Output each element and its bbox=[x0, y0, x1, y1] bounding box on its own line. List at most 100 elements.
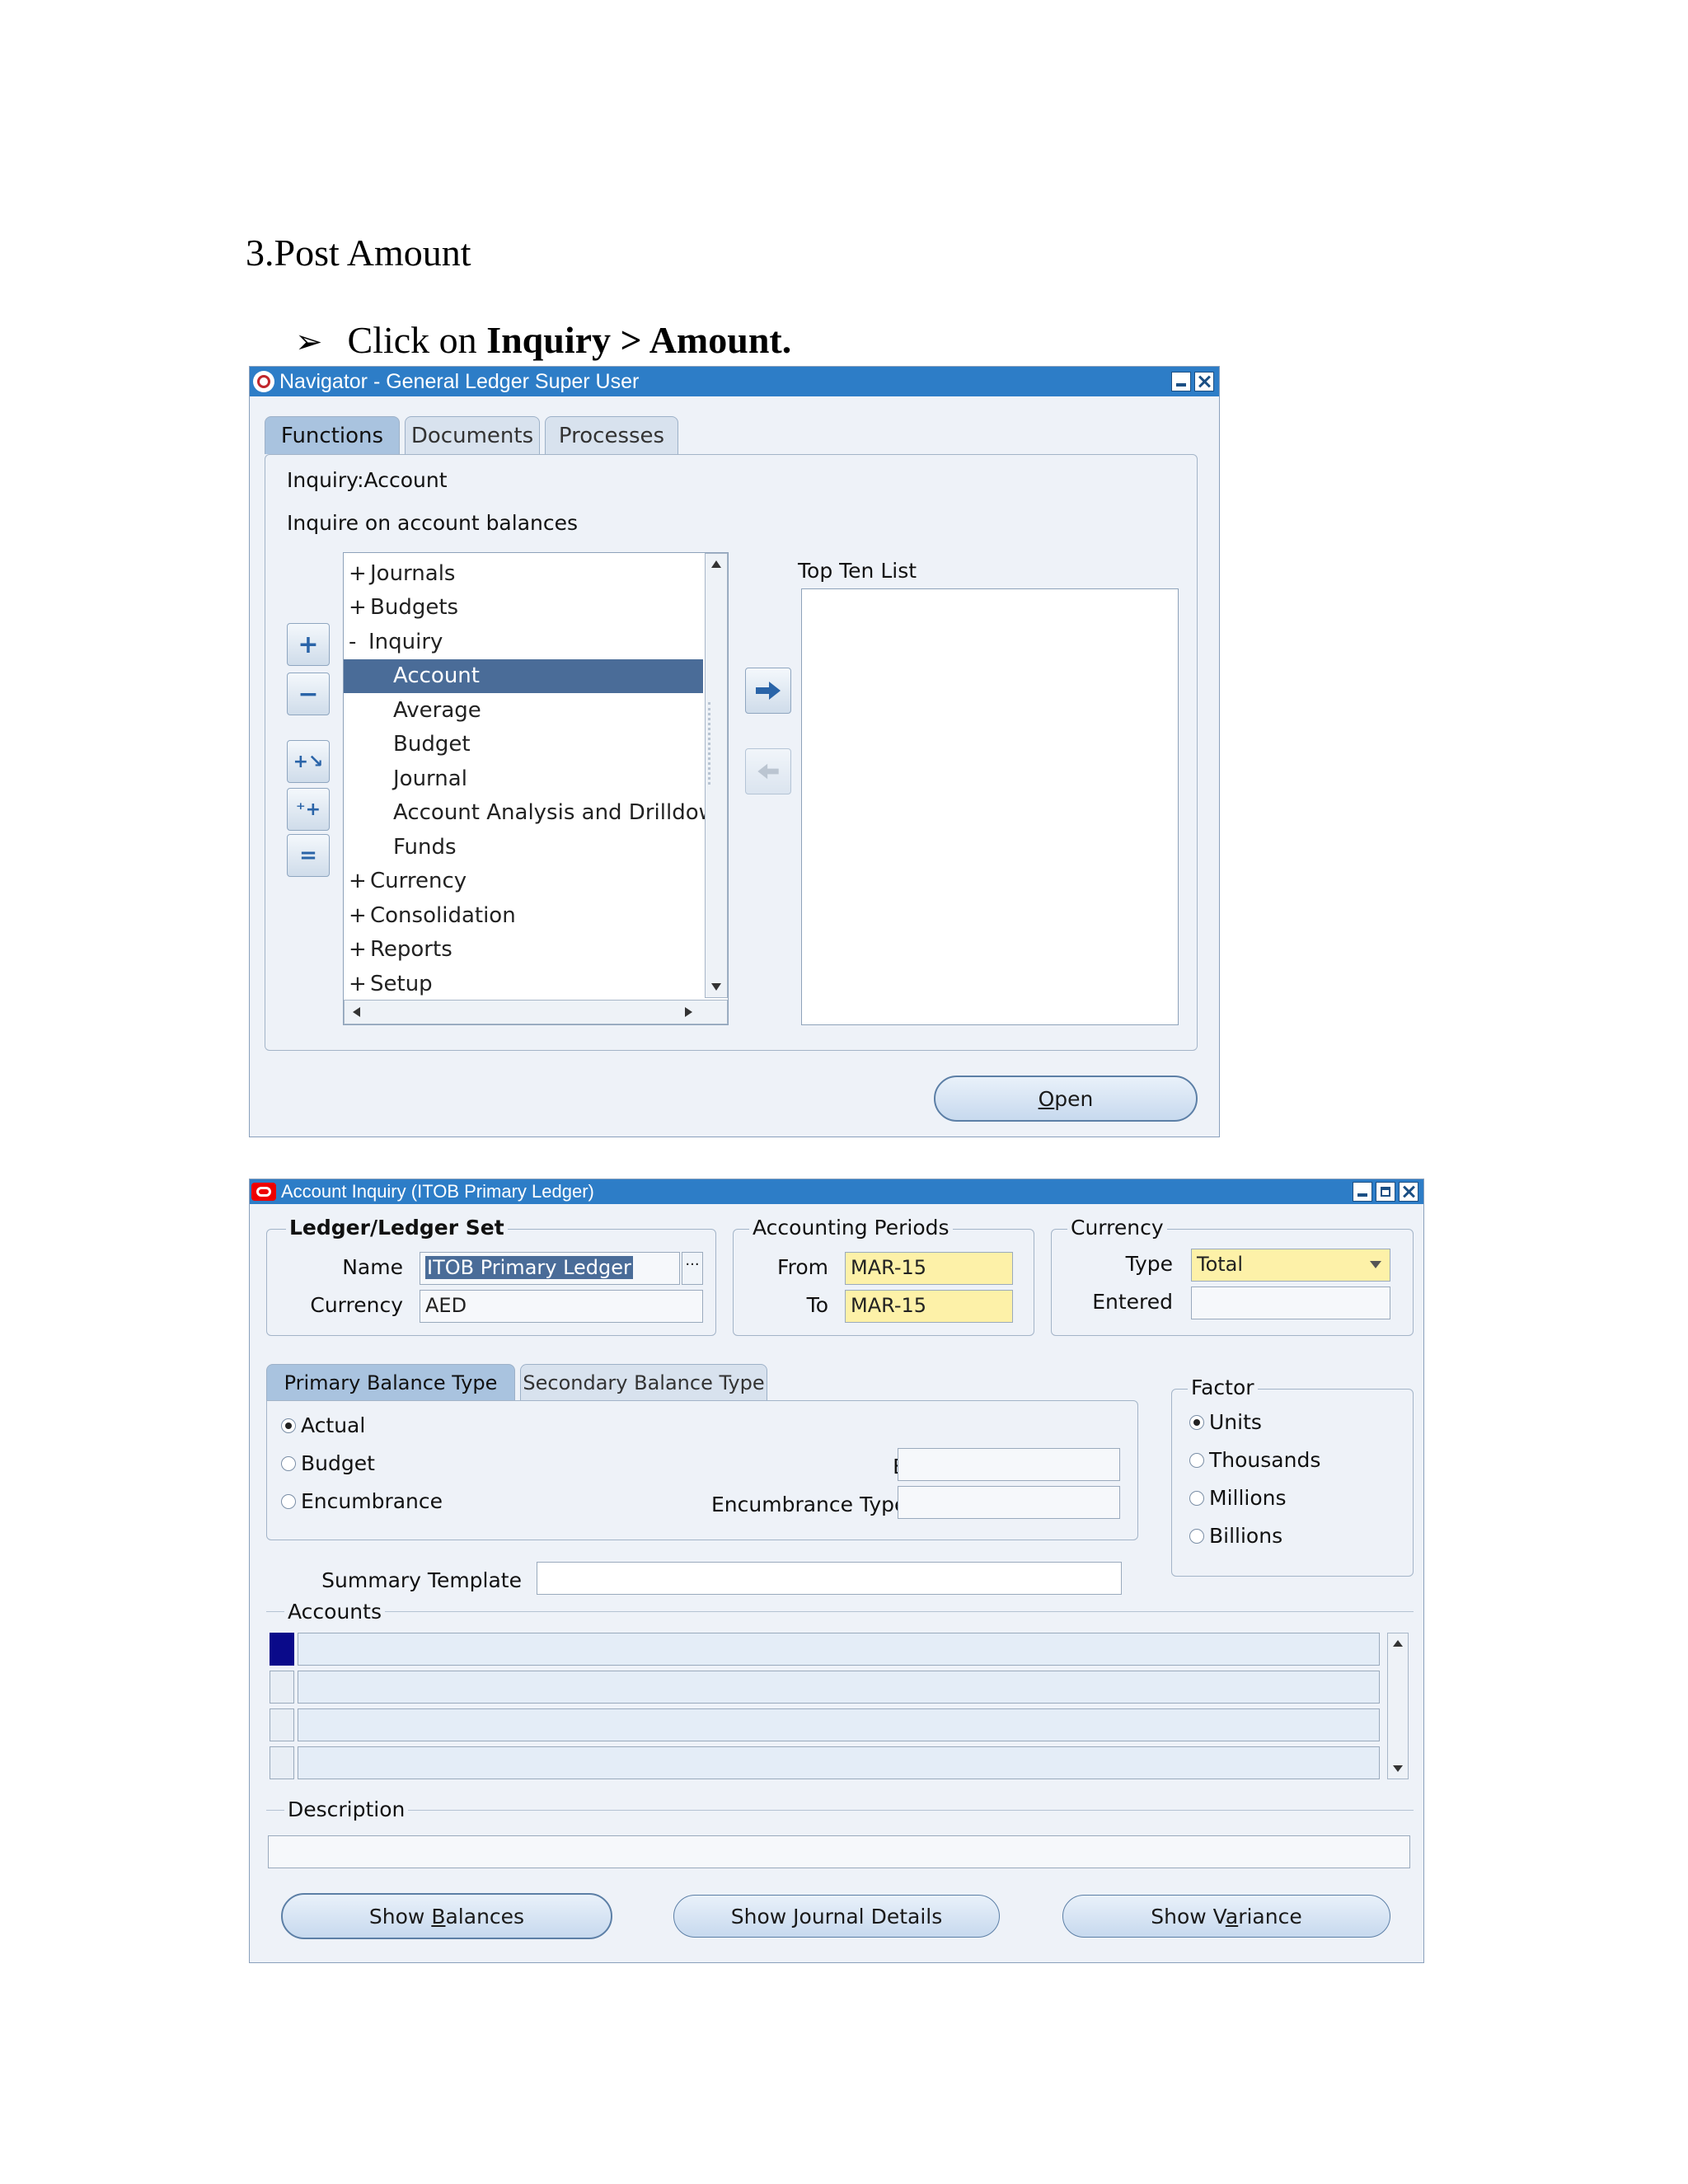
tree-item[interactable]: + Budgets bbox=[344, 591, 703, 625]
tab-secondary-balance-type[interactable]: Secondary Balance Type bbox=[520, 1364, 767, 1400]
scroll-thumb[interactable] bbox=[708, 702, 724, 785]
show-balances-button[interactable]: Show Balances bbox=[281, 1893, 612, 1939]
tree-item-label: Inquiry bbox=[368, 629, 443, 654]
radio-billions[interactable] bbox=[1189, 1529, 1204, 1544]
tree-item-label: Budgets bbox=[370, 595, 459, 620]
tree-expander[interactable]: + bbox=[349, 869, 370, 893]
document-heading: 3.Post Amount bbox=[246, 232, 471, 274]
instruction-bold-text: Inquiry > Amount. bbox=[486, 319, 792, 361]
tab-documents[interactable]: Documents bbox=[405, 416, 540, 454]
tree-item[interactable]: Account bbox=[344, 658, 703, 693]
account-row[interactable] bbox=[298, 1746, 1380, 1779]
encumbrance-option-label: Encumbrance bbox=[301, 1489, 443, 1513]
row-indicator[interactable] bbox=[270, 1708, 294, 1741]
scroll-up-icon[interactable] bbox=[711, 560, 721, 568]
tree-expander[interactable]: + bbox=[349, 595, 370, 620]
period-from-field[interactable]: MAR-15 bbox=[845, 1252, 1013, 1285]
expand-icon[interactable]: + bbox=[287, 623, 330, 666]
tree-item-label: Setup bbox=[370, 971, 433, 996]
close-icon[interactable] bbox=[1399, 1182, 1418, 1202]
encumbrance-type-label: Encumbrance Type bbox=[711, 1493, 907, 1516]
show-variance-label: Show Variance bbox=[1151, 1904, 1302, 1929]
close-icon[interactable] bbox=[1194, 372, 1214, 391]
tree-expander[interactable]: + bbox=[349, 903, 370, 928]
collapse-all-icon[interactable]: = bbox=[287, 834, 330, 877]
tree-item[interactable]: Journal bbox=[344, 762, 703, 795]
currency-type-select[interactable]: Total bbox=[1191, 1249, 1390, 1282]
row-indicator[interactable] bbox=[270, 1671, 294, 1704]
radio-units[interactable] bbox=[1189, 1415, 1204, 1430]
radio-budget[interactable] bbox=[281, 1456, 296, 1471]
tree-horizontal-scrollbar[interactable] bbox=[344, 1000, 728, 1024]
open-button[interactable]: Open bbox=[934, 1076, 1198, 1122]
tree-expander[interactable]: + bbox=[349, 972, 370, 996]
tree-item[interactable]: + Reports bbox=[344, 933, 703, 967]
summary-template-input[interactable] bbox=[537, 1562, 1122, 1595]
currency-field[interactable]: AED bbox=[420, 1290, 703, 1323]
current-row-indicator[interactable] bbox=[270, 1633, 294, 1666]
list-of-values-icon[interactable]: ··· bbox=[682, 1252, 703, 1285]
radio-encumbrance[interactable] bbox=[281, 1494, 296, 1509]
tab-processes[interactable]: Processes bbox=[545, 416, 678, 454]
function-tree[interactable]: + Journals + Budgets - Inquiry Account Average B… bbox=[343, 552, 729, 1025]
tree-item-label: Currency bbox=[370, 869, 467, 893]
expand-branch-icon[interactable]: +↘ bbox=[287, 740, 330, 783]
scroll-left-icon[interactable] bbox=[353, 1007, 360, 1017]
navigator-window: Navigator - General Ledger Super User Fu… bbox=[249, 366, 1220, 1137]
maximize-icon[interactable] bbox=[1376, 1182, 1395, 1202]
remove-from-top-ten-icon[interactable] bbox=[745, 748, 791, 794]
encumbrance-type-input[interactable] bbox=[898, 1486, 1120, 1519]
tree-item[interactable]: Average bbox=[344, 693, 703, 727]
tree-item[interactable]: + Setup bbox=[344, 967, 703, 1001]
radio-millions[interactable] bbox=[1189, 1491, 1204, 1506]
expand-all-icon[interactable]: ⁺+ bbox=[287, 788, 330, 831]
tree-vertical-scrollbar[interactable] bbox=[705, 553, 728, 998]
add-to-top-ten-icon[interactable] bbox=[745, 668, 791, 714]
scroll-down-icon[interactable] bbox=[1393, 1765, 1403, 1772]
minimize-icon[interactable] bbox=[1171, 372, 1191, 391]
show-variance-button[interactable]: Show Variance bbox=[1062, 1895, 1390, 1938]
tree-expander[interactable]: + bbox=[349, 561, 370, 586]
accounts-scrollbar[interactable] bbox=[1387, 1633, 1409, 1779]
navigator-titlebar[interactable]: Navigator - General Ledger Super User bbox=[250, 367, 1219, 396]
ledger-name-field[interactable]: ITOB Primary Ledger bbox=[420, 1252, 680, 1285]
selected-function-description: Inquire on account balances bbox=[287, 511, 579, 535]
tree-item[interactable]: + Journals bbox=[344, 556, 703, 590]
show-journal-details-button[interactable]: Show Journal Details bbox=[673, 1895, 1000, 1938]
entered-currency-field[interactable] bbox=[1191, 1286, 1390, 1319]
description-divider bbox=[266, 1810, 1414, 1811]
show-journal-details-label: Show Journal Details bbox=[730, 1904, 943, 1929]
tree-item[interactable]: - Inquiry bbox=[344, 625, 703, 658]
tree-item[interactable]: + Currency bbox=[344, 865, 703, 898]
ledger-name-value: ITOB Primary Ledger bbox=[425, 1256, 633, 1279]
tree-item[interactable]: Budget bbox=[344, 728, 703, 762]
period-to-field[interactable]: MAR-15 bbox=[845, 1290, 1013, 1323]
radio-actual[interactable] bbox=[281, 1418, 296, 1433]
account-row[interactable] bbox=[298, 1708, 1380, 1741]
minimize-icon[interactable] bbox=[1353, 1182, 1372, 1202]
entered-label: Entered bbox=[1092, 1290, 1173, 1314]
description-field bbox=[268, 1835, 1410, 1868]
scroll-right-icon[interactable] bbox=[685, 1007, 692, 1017]
tab-functions[interactable]: Functions bbox=[265, 416, 400, 454]
currency-group bbox=[1051, 1229, 1414, 1336]
tree-item[interactable]: Funds bbox=[344, 830, 703, 864]
account-inquiry-titlebar[interactable]: Account Inquiry (ITOB Primary Ledger) bbox=[250, 1179, 1423, 1204]
tree-item-label: Average bbox=[393, 697, 481, 723]
scroll-up-icon[interactable] bbox=[1393, 1640, 1403, 1647]
tree-item[interactable]: + Consolidation bbox=[344, 898, 703, 932]
scroll-down-icon[interactable] bbox=[711, 983, 721, 991]
accounting-periods-label: Accounting Periods bbox=[749, 1216, 953, 1240]
tab-primary-balance-type[interactable]: Primary Balance Type bbox=[266, 1364, 515, 1400]
tree-expander[interactable]: + bbox=[349, 937, 370, 962]
radio-thousands[interactable] bbox=[1189, 1453, 1204, 1468]
account-row[interactable] bbox=[298, 1633, 1380, 1666]
top-ten-list[interactable] bbox=[801, 588, 1179, 1025]
tree-expander[interactable]: - bbox=[349, 630, 370, 654]
tree-item-label: Funds bbox=[393, 834, 457, 860]
tree-item[interactable]: Account Analysis and Drilldown bbox=[344, 796, 728, 830]
collapse-icon[interactable]: − bbox=[287, 673, 330, 715]
row-indicator[interactable] bbox=[270, 1746, 294, 1779]
account-row[interactable] bbox=[298, 1671, 1380, 1704]
budget-input[interactable] bbox=[898, 1448, 1120, 1481]
